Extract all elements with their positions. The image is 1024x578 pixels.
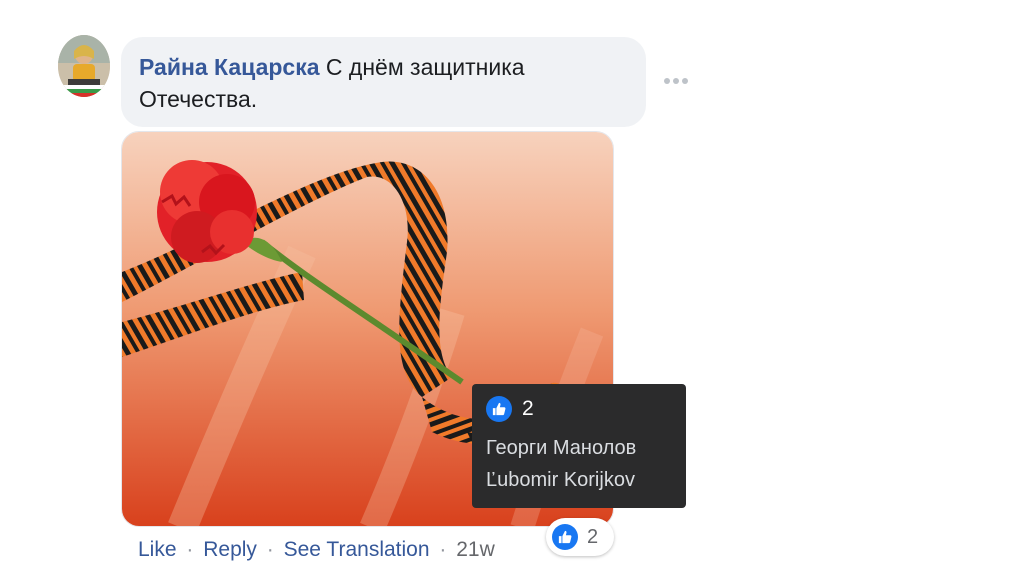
comment-text-line1: С днём защитника	[319, 54, 525, 80]
like-icon	[486, 396, 512, 422]
separator: ·	[266, 538, 274, 561]
comment-text-line2: Отечества.	[139, 86, 258, 112]
avatar-image	[58, 35, 110, 97]
reactions-tooltip: 2 Георги Манолов Ľubomir Korijkov	[472, 384, 686, 508]
reaction-count: 2	[587, 525, 599, 548]
reactor-name: Ľubomir Korijkov	[486, 469, 635, 491]
separator: ·	[186, 538, 194, 561]
more-options-icon[interactable]	[662, 75, 690, 87]
reaction-count-button[interactable]: 2	[546, 518, 614, 556]
reply-button[interactable]: Reply	[203, 538, 257, 561]
comment-timestamp[interactable]: 21w	[456, 538, 495, 561]
separator: ·	[439, 538, 447, 561]
comment-bubble: Райна Кацарска С днём защитника Отечеств…	[121, 37, 646, 127]
reactor-name: Георги Манолов	[486, 437, 637, 459]
like-icon	[552, 524, 578, 550]
like-button[interactable]: Like	[138, 538, 177, 561]
tooltip-header: 2	[486, 396, 672, 422]
comment-actions: Like · Reply · See Translation · 21w	[138, 538, 495, 562]
tooltip-reaction-count: 2	[522, 397, 534, 420]
comment-author-link[interactable]: Райна Кацарска	[139, 54, 320, 80]
author-avatar[interactable]	[58, 35, 110, 97]
see-translation-link[interactable]: See Translation	[284, 538, 430, 561]
